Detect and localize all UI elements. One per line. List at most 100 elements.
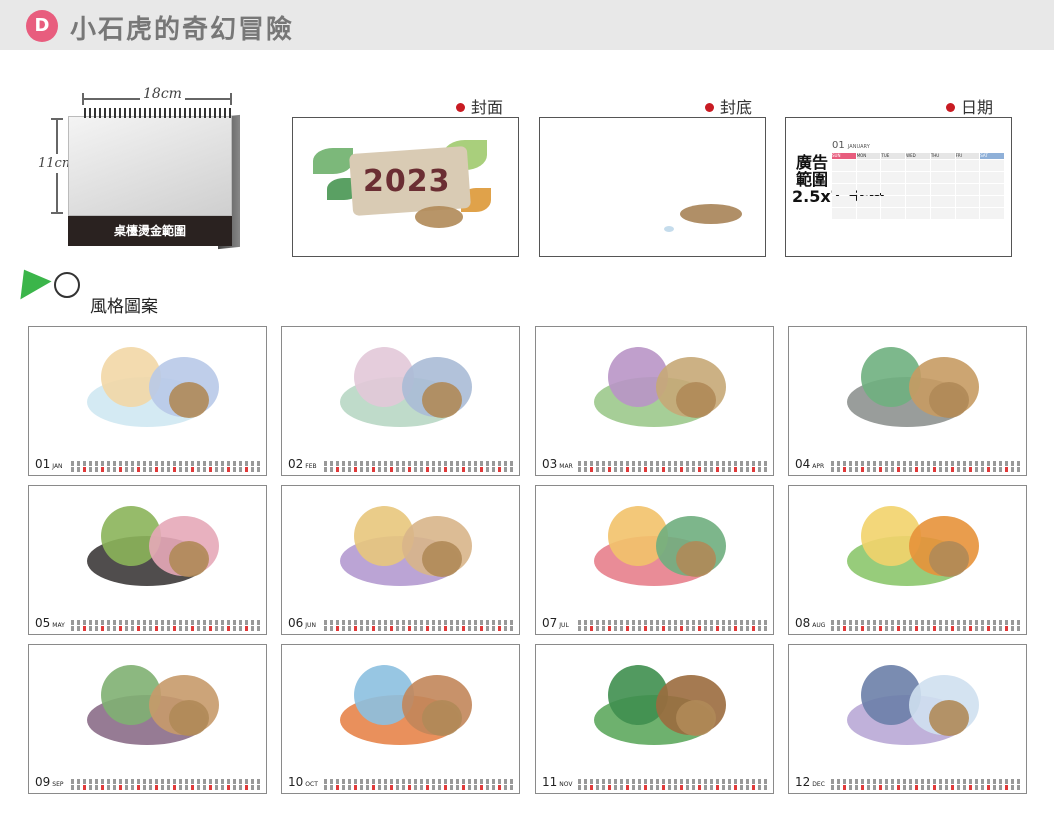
date-strip xyxy=(578,779,768,791)
date-strip xyxy=(324,779,514,791)
illustration-shape xyxy=(929,382,969,418)
month-illustration xyxy=(536,645,773,775)
month-card[interactable]: 09 SEP xyxy=(28,644,267,794)
month-abbr: MAY xyxy=(52,622,65,629)
month-number: 05 xyxy=(35,616,51,630)
date-strip xyxy=(831,461,1021,473)
day-number-row xyxy=(324,626,514,631)
weekday-row xyxy=(578,620,768,625)
girl-face-icon xyxy=(54,272,80,298)
weekday-row xyxy=(324,461,514,466)
bullet-dot-icon xyxy=(946,103,955,112)
weekday-row xyxy=(831,620,1021,625)
month-abbr: JUL xyxy=(559,622,569,629)
month-card[interactable]: 04 APR xyxy=(788,326,1027,476)
month-card[interactable]: 06 JUN xyxy=(281,485,520,635)
mini-calendar-day xyxy=(955,184,980,195)
month-label: 04 APR xyxy=(795,457,824,471)
weekday-row xyxy=(71,620,261,625)
style-section-title: 風格圖案 xyxy=(90,297,158,317)
month-number: 11 xyxy=(542,775,558,789)
calendar-face xyxy=(68,116,232,216)
weekday-header: FRI xyxy=(955,153,980,159)
month-label: 02 FEB xyxy=(288,457,317,471)
mini-calendar-day xyxy=(980,172,1004,183)
month-illustration xyxy=(536,486,773,616)
month-card[interactable]: 08 AUG xyxy=(788,485,1027,635)
mini-calendar-day xyxy=(832,196,856,207)
weekday-row xyxy=(324,620,514,625)
month-illustration xyxy=(789,645,1026,775)
mini-calendar-day xyxy=(930,160,955,171)
month-illustration xyxy=(536,327,773,457)
month-illustration xyxy=(789,486,1026,616)
illustration-shape xyxy=(929,700,969,736)
illustration-shape xyxy=(169,382,209,418)
weekday-row xyxy=(578,779,768,784)
month-number: 06 xyxy=(288,616,304,630)
month-label: 03 MAR xyxy=(542,457,573,471)
page-title: 小石虎的奇幻冒險 xyxy=(70,15,295,45)
header-bar: D 小石虎的奇幻冒險 xyxy=(0,0,1054,50)
mini-calendar-day xyxy=(881,208,906,219)
month-abbr: MAR xyxy=(559,463,573,470)
month-card[interactable]: 05 MAY xyxy=(28,485,267,635)
width-dimension-label: 18cm xyxy=(140,86,185,102)
mini-calendar-day xyxy=(955,208,980,219)
month-card[interactable]: 07 JUL xyxy=(535,485,774,635)
illustration-shape xyxy=(676,700,716,736)
month-abbr: APR xyxy=(812,463,825,470)
mini-calendar-day xyxy=(832,184,856,195)
date-strip xyxy=(578,461,768,473)
weekday-row xyxy=(831,779,1021,784)
month-card[interactable]: 11 NOV xyxy=(535,644,774,794)
section-badge: D xyxy=(26,10,58,42)
mini-calendar-day xyxy=(930,196,955,207)
green-triangle-icon xyxy=(8,260,52,300)
day-number-row xyxy=(578,785,768,790)
mini-calendar-day xyxy=(980,160,1004,171)
month-label: 06 JUN xyxy=(288,616,316,630)
mini-calendar-day xyxy=(980,208,1004,219)
leopard-cat-illustration xyxy=(415,206,463,228)
mini-calendar-day xyxy=(856,160,881,171)
date-strip xyxy=(831,620,1021,632)
mini-calendar-day xyxy=(856,196,881,207)
month-label: 12 DEC xyxy=(795,775,825,789)
mini-calendar-day xyxy=(856,172,881,183)
month-abbr: JUN xyxy=(305,622,316,629)
date-label: 日期 xyxy=(946,94,993,118)
mini-calendar-day xyxy=(930,172,955,183)
bullet-dot-icon xyxy=(456,103,465,112)
weekday-row xyxy=(831,461,1021,466)
month-card[interactable]: 01 JAN xyxy=(28,326,267,476)
mini-calendar-day xyxy=(856,208,881,219)
month-abbr: FEB xyxy=(305,463,317,470)
date-strip xyxy=(71,461,261,473)
month-illustration xyxy=(29,327,266,457)
cover-label: 封面 xyxy=(456,94,503,118)
day-number-row xyxy=(831,785,1021,790)
month-card[interactable]: 03 MAR xyxy=(535,326,774,476)
style-section-header: 風格圖案 xyxy=(6,260,206,318)
month-illustration xyxy=(29,645,266,775)
date-strip xyxy=(71,779,261,791)
weekday-row xyxy=(324,779,514,784)
mini-calendar: 01 JANUARY SUN MON TUE WED THU FRI SAT xyxy=(832,140,1004,219)
date-strip xyxy=(578,620,768,632)
cover-year: 2023 xyxy=(363,164,451,199)
illustration-shape xyxy=(422,541,462,577)
mini-calendar-day xyxy=(906,196,930,207)
bullet-dot-icon xyxy=(705,103,714,112)
ad-area-label: 廣告範圍2.5x7.5cm xyxy=(792,153,885,206)
weekday-header: WED xyxy=(906,153,930,159)
month-number: 12 xyxy=(795,775,811,789)
cover-preview: 2023 xyxy=(292,117,519,257)
mini-calendar-day xyxy=(930,184,955,195)
mini-calendar-day xyxy=(980,196,1004,207)
month-card[interactable]: 10 OCT xyxy=(281,644,520,794)
day-number-row xyxy=(831,467,1021,472)
page: D 小石虎的奇幻冒險 18cm 11cm 桌檯燙金範圍 封面 封底 日期 202… xyxy=(0,0,1054,817)
month-card[interactable]: 02 FEB xyxy=(281,326,520,476)
month-card[interactable]: 12 DEC xyxy=(788,644,1027,794)
